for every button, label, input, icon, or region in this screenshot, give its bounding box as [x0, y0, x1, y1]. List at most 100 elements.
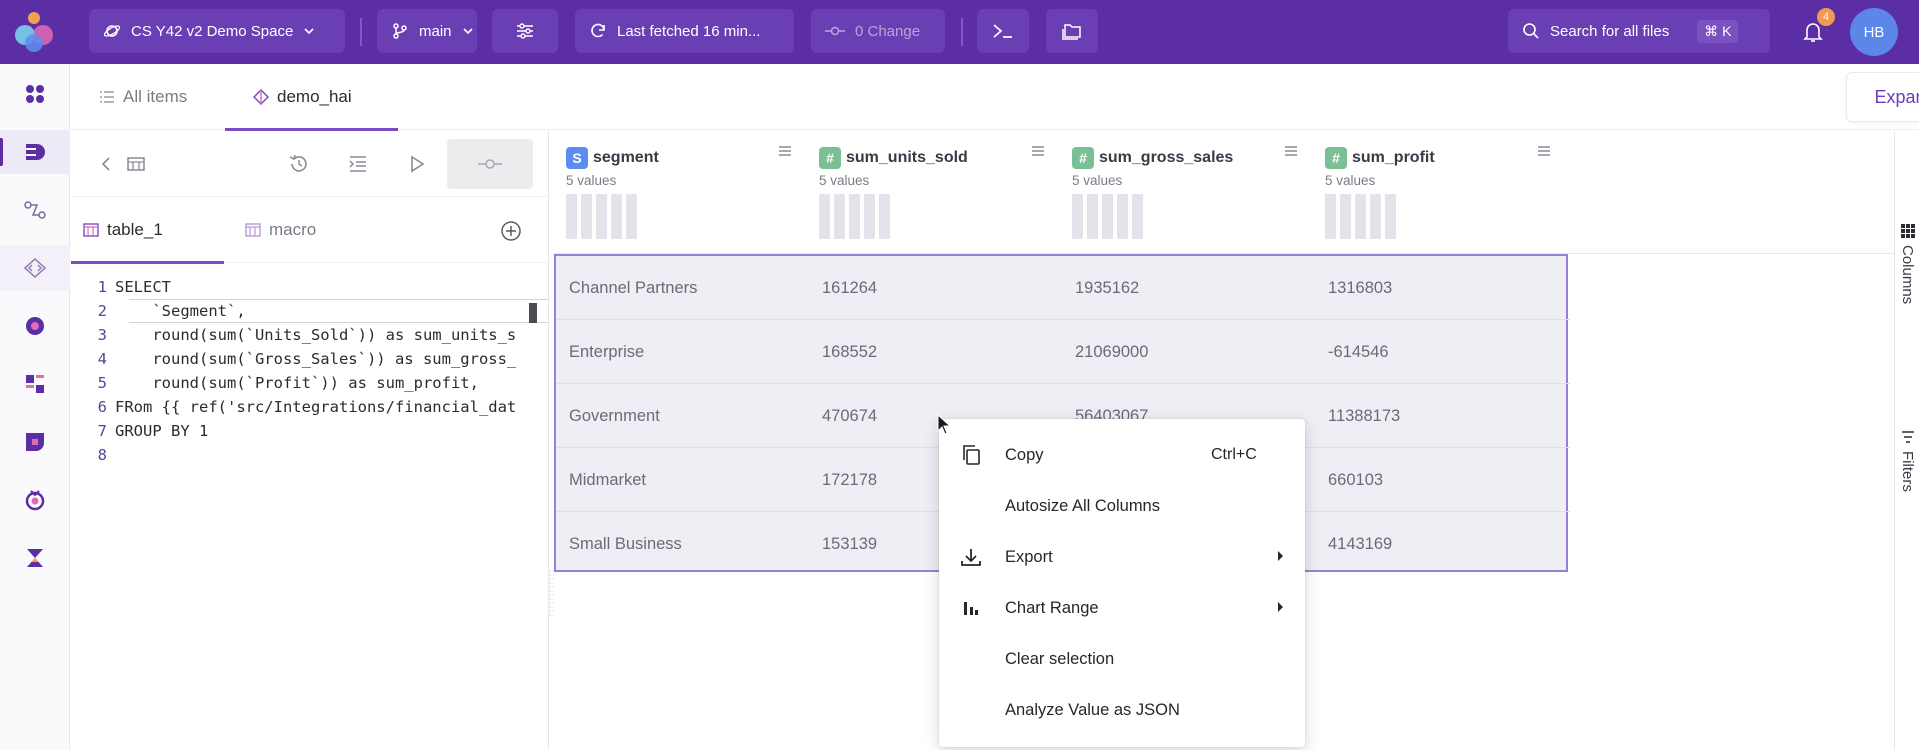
code-diamond-icon: [23, 257, 47, 279]
column-menu-icon[interactable]: [1031, 145, 1045, 157]
menu-item-chart-range[interactable]: Chart Range: [939, 583, 1305, 633]
menu-item-export[interactable]: Export: [939, 532, 1305, 582]
cell-segment[interactable]: Small Business: [556, 512, 809, 576]
avatar[interactable]: HB: [1850, 8, 1898, 56]
column-header-sum-gross-sales[interactable]: # sum_gross_sales 5 values: [1060, 131, 1313, 253]
table-icon: [83, 223, 99, 237]
back-button[interactable]: [93, 151, 119, 177]
menu-item-copy[interactable]: Copy Ctrl+C: [939, 430, 1305, 480]
run-button[interactable]: [404, 151, 430, 177]
column-header-sum-profit[interactable]: # sum_profit 5 values: [1313, 131, 1566, 253]
sidebar-item-spaces[interactable]: [0, 536, 70, 580]
sidebar-item-lineage[interactable]: [0, 188, 70, 232]
table-row[interactable]: Enterprise 168552 21069000 -614546: [556, 320, 1570, 384]
line-number: 6: [97, 398, 107, 416]
grid-icon: [1900, 224, 1915, 238]
line-number: 5: [97, 374, 107, 392]
line-text: round(sum(`Gross_Sales`)) as sum_gross_: [115, 350, 517, 368]
sidebar-item-dashboards[interactable]: [0, 420, 70, 464]
notifications-button[interactable]: 4: [1793, 8, 1835, 52]
tab-macro[interactable]: macro: [235, 197, 326, 263]
menu-item-clear-selection[interactable]: Clear selection: [939, 634, 1305, 684]
fetch-button[interactable]: Last fetched 16 min...: [575, 9, 794, 53]
changes-button[interactable]: 0 Change: [811, 9, 945, 53]
sidebar-item-orchestration[interactable]: [0, 304, 70, 348]
sidebar-item-pipelines[interactable]: [0, 362, 70, 406]
cell-sum-gross-sales[interactable]: 1935162: [1062, 256, 1315, 320]
value-distribution: [1072, 194, 1143, 239]
bar-chart-icon: [959, 596, 983, 620]
mouse-pointer-icon: [937, 414, 952, 435]
history-button[interactable]: [286, 151, 312, 177]
code-line: 8: [71, 443, 549, 467]
sidebar-item-monitoring[interactable]: [0, 478, 70, 522]
tab-table-1[interactable]: table_1: [71, 197, 224, 264]
column-subtitle: 5 values: [819, 173, 870, 188]
file-tab-label: table_1: [107, 220, 163, 239]
settings-button[interactable]: [492, 9, 558, 53]
columns-panel-toggle[interactable]: Columns: [1899, 223, 1916, 304]
app-logo[interactable]: [10, 9, 58, 55]
sidebar-item-overview[interactable]: [0, 72, 70, 116]
cell-sum-units-sold[interactable]: 168552: [809, 320, 1062, 384]
cell-segment[interactable]: Midmarket: [556, 448, 809, 512]
column-header-segment[interactable]: S segment 5 values: [554, 131, 807, 253]
sidebar-item-models[interactable]: [0, 130, 70, 174]
table-icon: [245, 223, 261, 237]
column-menu-icon[interactable]: [1537, 145, 1551, 157]
menu-item-autosize[interactable]: Autosize All Columns: [939, 481, 1305, 531]
cell-sum-profit[interactable]: 11388173: [1315, 384, 1568, 448]
cell-sum-profit[interactable]: -614546: [1315, 320, 1568, 384]
table-row[interactable]: Channel Partners 161264 1935162 1316803: [556, 256, 1570, 320]
search-shortcut: ⌘ K: [1697, 19, 1739, 43]
cell-segment[interactable]: Enterprise: [556, 320, 809, 384]
terminal-icon: [993, 24, 1012, 38]
commit-icon: [478, 159, 502, 169]
column-name: sum_gross_sales: [1099, 149, 1234, 166]
line-text: FRom {{ ref('src/Integrations/financial_…: [115, 398, 517, 416]
cell-sum-profit[interactable]: 660103: [1315, 448, 1568, 512]
target-icon: [26, 317, 44, 335]
line-number: 4: [97, 350, 107, 368]
sidebar-item-code[interactable]: [0, 246, 70, 290]
workspace-selector[interactable]: CS Y42 v2 Demo Space: [89, 9, 345, 53]
code-area[interactable]: 1 SELECT 2 `Segment`, 3 round(sum(`Units_…: [71, 263, 549, 750]
format-button[interactable]: [345, 151, 371, 177]
cell-sum-gross-sales[interactable]: 21069000: [1062, 320, 1315, 384]
tab-demo-hai[interactable]: demo_hai: [225, 64, 398, 131]
cell-sum-units-sold[interactable]: 161264: [809, 256, 1062, 320]
filters-panel-toggle[interactable]: Filters: [1899, 429, 1916, 492]
cell-segment[interactable]: Channel Partners: [556, 256, 809, 320]
cell-segment[interactable]: Government: [556, 384, 809, 448]
tab-all-items[interactable]: All items: [89, 64, 197, 130]
column-name: sum_units_sold: [846, 149, 968, 166]
lineage-icon: [24, 201, 46, 219]
column-subtitle: 5 values: [1325, 173, 1376, 188]
line-number: 2: [97, 302, 107, 320]
cell-sum-profit[interactable]: 4143169: [1315, 512, 1568, 576]
menu-item-analyze-json[interactable]: Analyze Value as JSON: [939, 685, 1305, 735]
cell-sum-profit[interactable]: 1316803: [1315, 256, 1568, 320]
folder-button[interactable]: [1046, 9, 1098, 53]
terminal-button[interactable]: [977, 9, 1029, 53]
code-line: 4 round(sum(`Gross_Sales`)) as sum_gross…: [71, 347, 549, 371]
menu-item-shortcut: Ctrl+C: [1211, 446, 1257, 463]
commit-button[interactable]: [447, 139, 533, 189]
expand-button[interactable]: Expand: [1846, 72, 1919, 122]
side-panel-strip: Columns Filters: [1894, 131, 1919, 750]
hourglass-icon: [27, 549, 43, 567]
chevron-down-icon: [462, 28, 473, 35]
column-menu-icon[interactable]: [778, 145, 792, 157]
column-menu-icon[interactable]: [1284, 145, 1298, 157]
table-view-button[interactable]: [123, 151, 149, 177]
column-title: # sum_profit: [1325, 147, 1435, 169]
workspace-label: CS Y42 v2 Demo Space: [131, 22, 294, 40]
search-bar[interactable]: Search for all files ⌘ K: [1508, 9, 1770, 53]
sql-editor-pane: table_1 macro 1 SELECT 2 `Segment`, 3 rou…: [71, 131, 549, 750]
branch-selector[interactable]: main: [377, 9, 477, 53]
page-tabs: All items demo_hai Expand: [71, 64, 1919, 131]
changes-label: 0 Change: [855, 22, 921, 40]
add-tab-icon[interactable]: [499, 219, 523, 243]
column-name: sum_profit: [1352, 149, 1435, 166]
column-header-sum-units-sold[interactable]: # sum_units_sold 5 values: [807, 131, 1060, 253]
